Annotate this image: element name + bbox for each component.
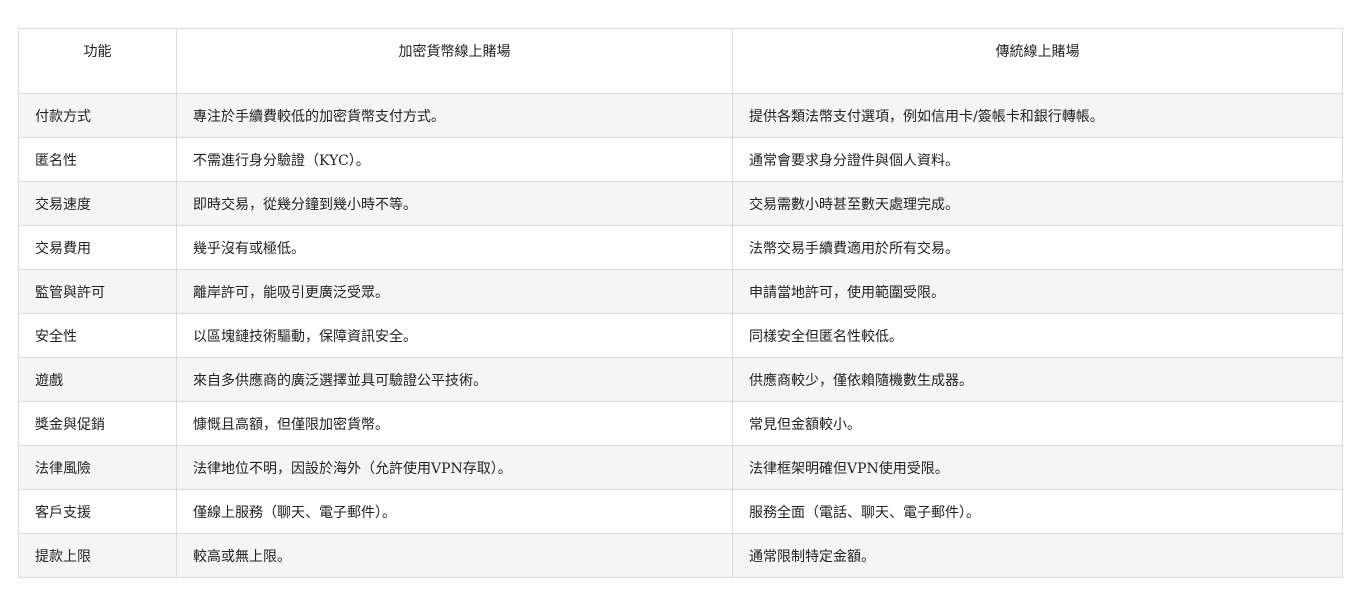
- table-row: 交易費用 幾乎沒有或極低。 法幣交易手續費適用於所有交易。: [18, 225, 1343, 270]
- table-body: 付款方式 專注於手續費較低的加密貨幣支付方式。 提供各類法幣支付選項，例如信用卡…: [18, 93, 1343, 578]
- header-feature: 功能: [18, 28, 177, 94]
- table-row: 獎金與促銷 慷慨且高額，但僅限加密貨幣。 常見但金額較小。: [18, 401, 1343, 446]
- row-feature-cell: 獎金與促銷: [18, 401, 177, 446]
- row-feature-cell: 客戶支援: [18, 489, 177, 534]
- table-row: 交易速度 即時交易，從幾分鐘到幾小時不等。 交易需數小時甚至數天處理完成。: [18, 181, 1343, 226]
- row-feature-cell: 交易速度: [18, 181, 177, 226]
- row-traditional-cell: 申請當地許可，使用範圍受限。: [732, 269, 1343, 314]
- row-crypto-cell: 僅線上服務（聊天、電子郵件）。: [176, 489, 733, 534]
- row-traditional-cell: 通常會要求身分證件與個人資料。: [732, 137, 1343, 182]
- table-row: 法律風險 法律地位不明，因設於海外（允許使用VPN存取）。 法律框架明確但VPN…: [18, 445, 1343, 490]
- row-crypto-cell: 專注於手續費較低的加密貨幣支付方式。: [176, 93, 733, 138]
- row-feature-cell: 安全性: [18, 313, 177, 358]
- row-crypto-cell: 較高或無上限。: [176, 533, 733, 578]
- row-feature-cell: 付款方式: [18, 93, 177, 138]
- header-feature-label: 功能: [83, 44, 112, 60]
- table-row: 客戶支援 僅線上服務（聊天、電子郵件）。 服務全面（電話、聊天、電子郵件）。: [18, 489, 1343, 534]
- row-traditional-cell: 通常限制特定金額。: [732, 533, 1343, 578]
- table-header: 功能 加密貨幣線上賭場 傳統線上賭場: [18, 28, 1343, 94]
- header-crypto-casino-label: 加密貨幣線上賭場: [398, 44, 511, 60]
- row-crypto-cell: 幾乎沒有或極低。: [176, 225, 733, 270]
- row-traditional-cell: 法幣交易手續費適用於所有交易。: [732, 225, 1343, 270]
- row-traditional-cell: 服務全面（電話、聊天、電子郵件）。: [732, 489, 1343, 534]
- header-row: 功能 加密貨幣線上賭場 傳統線上賭場: [18, 28, 1343, 94]
- comparison-table: 功能 加密貨幣線上賭場 傳統線上賭場 付款方式 專注於手續費較低的加密貨幣支付方…: [18, 28, 1343, 578]
- row-traditional-cell: 提供各類法幣支付選項，例如信用卡/簽帳卡和銀行轉帳。: [732, 93, 1343, 138]
- row-feature-cell: 提款上限: [18, 533, 177, 578]
- row-traditional-cell: 交易需數小時甚至數天處理完成。: [732, 181, 1343, 226]
- row-feature-cell: 法律風險: [18, 445, 177, 490]
- row-traditional-cell: 常見但金額較小。: [732, 401, 1343, 446]
- row-feature-cell: 交易費用: [18, 225, 177, 270]
- row-crypto-cell: 慷慨且高額，但僅限加密貨幣。: [176, 401, 733, 446]
- row-traditional-cell: 法律框架明確但VPN使用受限。: [732, 445, 1343, 490]
- row-crypto-cell: 即時交易，從幾分鐘到幾小時不等。: [176, 181, 733, 226]
- table-row: 安全性 以區塊鏈技術驅動，保障資訊安全。 同樣安全但匿名性較低。: [18, 313, 1343, 358]
- header-traditional-casino-label: 傳統線上賭場: [995, 44, 1080, 60]
- table-row: 監管與許可 離岸許可，能吸引更廣泛受眾。 申請當地許可，使用範圍受限。: [18, 269, 1343, 314]
- row-crypto-cell: 來自多供應商的廣泛選擇並具可驗證公平技術。: [176, 357, 733, 402]
- row-feature-cell: 遊戲: [18, 357, 177, 402]
- table-row: 匿名性 不需進行身分驗證（KYC）。 通常會要求身分證件與個人資料。: [18, 137, 1343, 182]
- row-traditional-cell: 供應商較少，僅依賴隨機數生成器。: [732, 357, 1343, 402]
- comparison-table-container: 功能 加密貨幣線上賭場 傳統線上賭場 付款方式 專注於手續費較低的加密貨幣支付方…: [18, 28, 1343, 578]
- header-traditional-casino: 傳統線上賭場: [732, 28, 1343, 94]
- row-feature-cell: 監管與許可: [18, 269, 177, 314]
- row-feature-cell: 匿名性: [18, 137, 177, 182]
- header-crypto-casino: 加密貨幣線上賭場: [176, 28, 733, 94]
- table-row: 提款上限 較高或無上限。 通常限制特定金額。: [18, 533, 1343, 578]
- row-crypto-cell: 法律地位不明，因設於海外（允許使用VPN存取）。: [176, 445, 733, 490]
- row-crypto-cell: 不需進行身分驗證（KYC）。: [176, 137, 733, 182]
- row-traditional-cell: 同樣安全但匿名性較低。: [732, 313, 1343, 358]
- row-crypto-cell: 離岸許可，能吸引更廣泛受眾。: [176, 269, 733, 314]
- row-crypto-cell: 以區塊鏈技術驅動，保障資訊安全。: [176, 313, 733, 358]
- table-row: 遊戲 來自多供應商的廣泛選擇並具可驗證公平技術。 供應商較少，僅依賴隨機數生成器…: [18, 357, 1343, 402]
- table-row: 付款方式 專注於手續費較低的加密貨幣支付方式。 提供各類法幣支付選項，例如信用卡…: [18, 93, 1343, 138]
